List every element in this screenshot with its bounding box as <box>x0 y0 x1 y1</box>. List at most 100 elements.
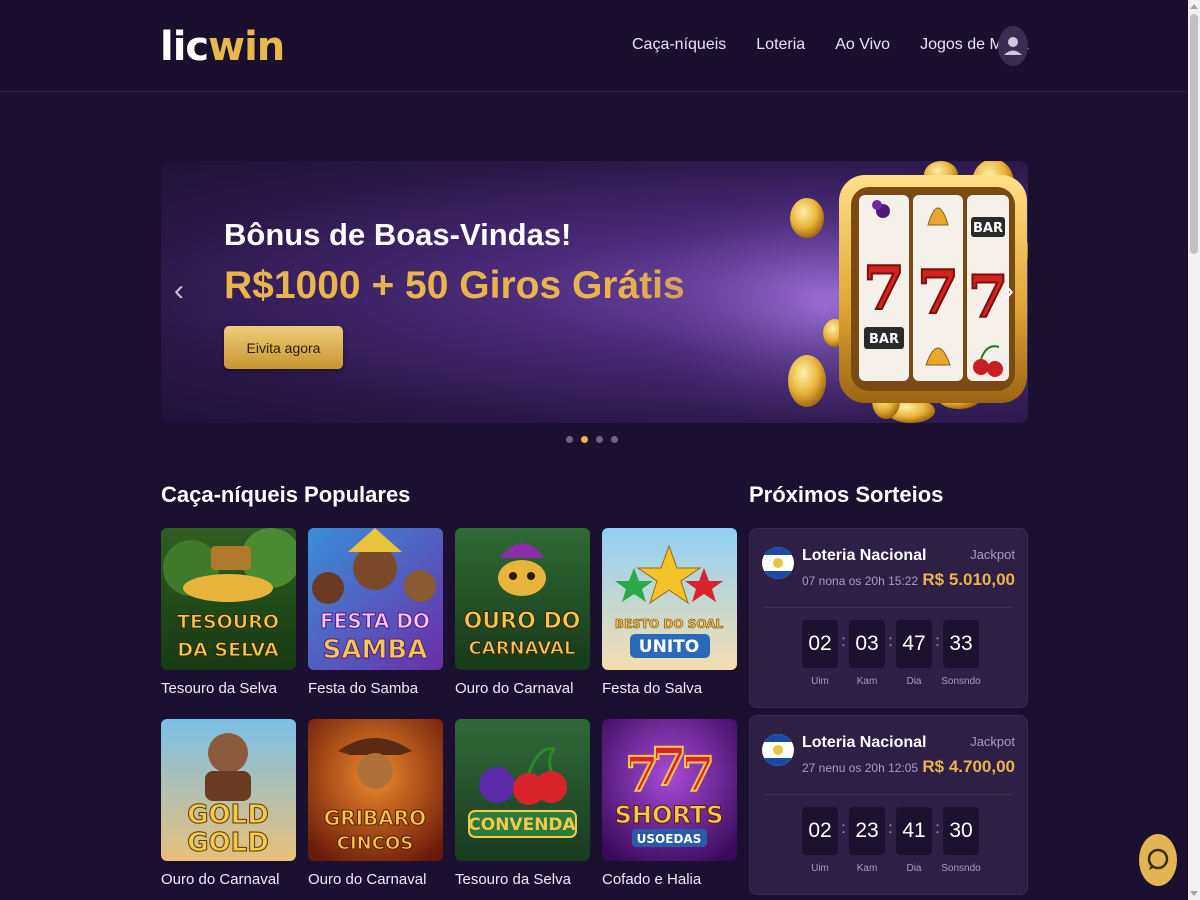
art-text-line: BESTO DO SOAL <box>615 617 724 631</box>
banner-cta-button[interactable]: Eivita agora <box>224 326 343 369</box>
art-text-line: UNITO <box>639 637 699 657</box>
countdown-timer: 02 Uim : 23 Kam : 41 Dia : 30 Sonsndo <box>802 807 981 874</box>
game-title: Cofado e Halia <box>602 871 702 888</box>
banner-dot-1[interactable] <box>566 436 573 443</box>
scroll-up-arrow[interactable] <box>1190 4 1198 9</box>
countdown-separator: : <box>841 633 846 650</box>
art-text-line: SAMBA <box>323 635 428 665</box>
user-icon <box>998 26 1028 66</box>
reel-bar-symbol-top: BAR <box>973 221 1003 236</box>
nav-lottery[interactable]: Loteria <box>756 36 805 54</box>
banner-dot-2[interactable] <box>581 436 588 443</box>
countdown-timer: 02 Uim : 03 Kam : 47 Dia : 33 Sonsndo <box>802 620 981 687</box>
banner-dot-4[interactable] <box>611 436 618 443</box>
jackpot-label: Jackpot <box>970 547 1015 562</box>
countdown-label: Uim <box>811 863 829 874</box>
game-card[interactable]: FESTA DO SAMBA Festa do Samba <box>308 528 443 697</box>
game-thumbnail[interactable]: OURO DO CARNAVAL <box>455 528 590 670</box>
countdown-value: 33 <box>943 620 979 668</box>
popular-slots-title: Caça-níqueis Populares <box>161 482 411 507</box>
page-scrollbar[interactable] <box>1188 0 1200 900</box>
stars-art: BESTO DO SOAL UNITO <box>602 528 737 670</box>
scrollbar-thumb[interactable] <box>1190 14 1198 254</box>
countdown-label: Sonsndo <box>941 676 981 687</box>
game-card[interactable]: GRIBARO CINCOS Ouro do Carnaval <box>308 719 443 888</box>
site-logo[interactable]: licwin <box>160 24 285 70</box>
countdown-separator: : <box>841 820 846 837</box>
art-text-line: FESTA DO <box>320 609 430 633</box>
art-text-line: SHORTS <box>615 801 724 829</box>
game-card[interactable]: GOLD GOLD Ouro do Carnaval <box>161 719 296 888</box>
game-thumbnail[interactable]: CONVENDA <box>455 719 590 861</box>
lottery-name: Loteria Nacional <box>802 734 927 751</box>
game-thumbnail[interactable]: TESOURO DA SELVA <box>161 528 296 670</box>
countdown-separator: : <box>888 633 893 650</box>
upcoming-draws-title: Próximos Sorteios <box>749 482 944 507</box>
slot-machine-illustration: BAR 7 7 7 BAR <box>621 161 1028 423</box>
scroll-down-arrow[interactable] <box>1190 891 1198 896</box>
divider <box>764 794 1013 795</box>
banner-prev-button[interactable]: ‹ <box>169 271 189 311</box>
nav-slots[interactable]: Caça-níqueis <box>632 36 726 54</box>
chat-support-button[interactable] <box>1139 834 1177 886</box>
game-card[interactable]: CONVENDA Tesouro da Selva <box>455 719 590 888</box>
nav-live[interactable]: Ao Vivo <box>835 36 890 54</box>
banner-title: Bônus de Boas-Vindas! <box>224 217 572 252</box>
banner-pagination <box>566 436 618 443</box>
countdown-label: Kam <box>856 676 878 687</box>
logo-part-2: win <box>208 24 285 70</box>
banner-next-button[interactable]: › <box>999 271 1019 311</box>
countdown-value: 30 <box>943 807 979 855</box>
fruit-art: CONVENDA <box>455 719 590 861</box>
art-text-line: CARNAVAL <box>469 638 576 659</box>
lottery-card[interactable]: Loteria Nacional 27 nenu os 20h 12:05 Ja… <box>749 715 1028 895</box>
countdown-value: 41 <box>896 807 932 855</box>
game-thumbnail[interactable]: FESTA DO SAMBA <box>308 528 443 670</box>
site-header: licwin Caça-níqueis Loteria Ao Vivo Jogo… <box>0 0 1188 92</box>
lottery-name: Loteria Nacional <box>802 547 927 564</box>
svg-text:7: 7 <box>681 747 714 803</box>
chevron-right-icon: › <box>1004 274 1014 307</box>
game-title: Tesouro da Selva <box>161 680 277 697</box>
game-card[interactable]: TESOURO DA SELVA Tesouro da Selva <box>161 528 296 697</box>
svg-text:7: 7 <box>917 258 959 328</box>
lottery-date: 27 nenu os 20h 12:05 <box>802 761 919 775</box>
art-text-line: TESOURO <box>177 611 279 633</box>
art-text-line: GOLD <box>187 800 269 830</box>
game-card[interactable]: 7 7 7 SHORTS USOEDAS Cofado e Halia <box>602 719 737 888</box>
countdown-value: 03 <box>849 620 885 668</box>
game-title: Ouro do Carnaval <box>308 871 427 888</box>
game-title: Festa do Samba <box>308 680 419 697</box>
jackpot-value: R$ 4.700,00 <box>922 757 1015 776</box>
countdown-label: Sonsndo <box>941 863 981 874</box>
cowboy-art: GRIBARO CINCOS <box>308 719 443 861</box>
countdown-label: Kam <box>856 863 878 874</box>
reel-bar-symbol-bottom: BAR <box>869 332 899 347</box>
divider <box>764 607 1013 608</box>
game-thumbnail[interactable]: GRIBARO CINCOS <box>308 719 443 861</box>
art-text-line: CINCOS <box>337 833 413 854</box>
chat-icon <box>1139 834 1177 886</box>
game-thumbnail[interactable]: 7 7 7 SHORTS USOEDAS <box>602 719 737 861</box>
countdown-label: Dia <box>906 863 922 874</box>
lottery-card[interactable]: Loteria Nacional 07 nona os 20h 15:22 Ja… <box>749 528 1028 708</box>
art-text-line: DA SELVA <box>177 639 279 661</box>
game-thumbnail[interactable]: BESTO DO SOAL UNITO <box>602 528 737 670</box>
art-text-line: CONVENDA <box>468 815 576 835</box>
jackpot-value: R$ 5.010,00 <box>922 570 1015 589</box>
art-text-line: GOLD <box>187 828 269 858</box>
user-account-button[interactable] <box>998 26 1028 66</box>
lottery-flag-icon <box>762 734 794 766</box>
game-card[interactable]: OURO DO CARNAVAL Ouro do Carnaval <box>455 528 590 697</box>
countdown-label: Uim <box>811 676 829 687</box>
promo-banner: ‹ Bônus de Boas-Vindas! R$1000 + 50 Giro… <box>161 161 1028 423</box>
art-text-line: GRIBARO <box>324 806 426 830</box>
sevens-art: 7 7 7 SHORTS USOEDAS <box>602 719 737 861</box>
game-title: Tesouro da Selva <box>455 871 571 888</box>
game-card[interactable]: BESTO DO SOAL UNITO Festa do Salva <box>602 528 737 697</box>
game-thumbnail[interactable]: GOLD GOLD <box>161 719 296 861</box>
art-text-line: OURO DO <box>464 609 581 634</box>
art-text-line: USOEDAS <box>637 832 702 846</box>
lottery-date: 07 nona os 20h 15:22 <box>802 574 919 588</box>
banner-dot-3[interactable] <box>596 436 603 443</box>
